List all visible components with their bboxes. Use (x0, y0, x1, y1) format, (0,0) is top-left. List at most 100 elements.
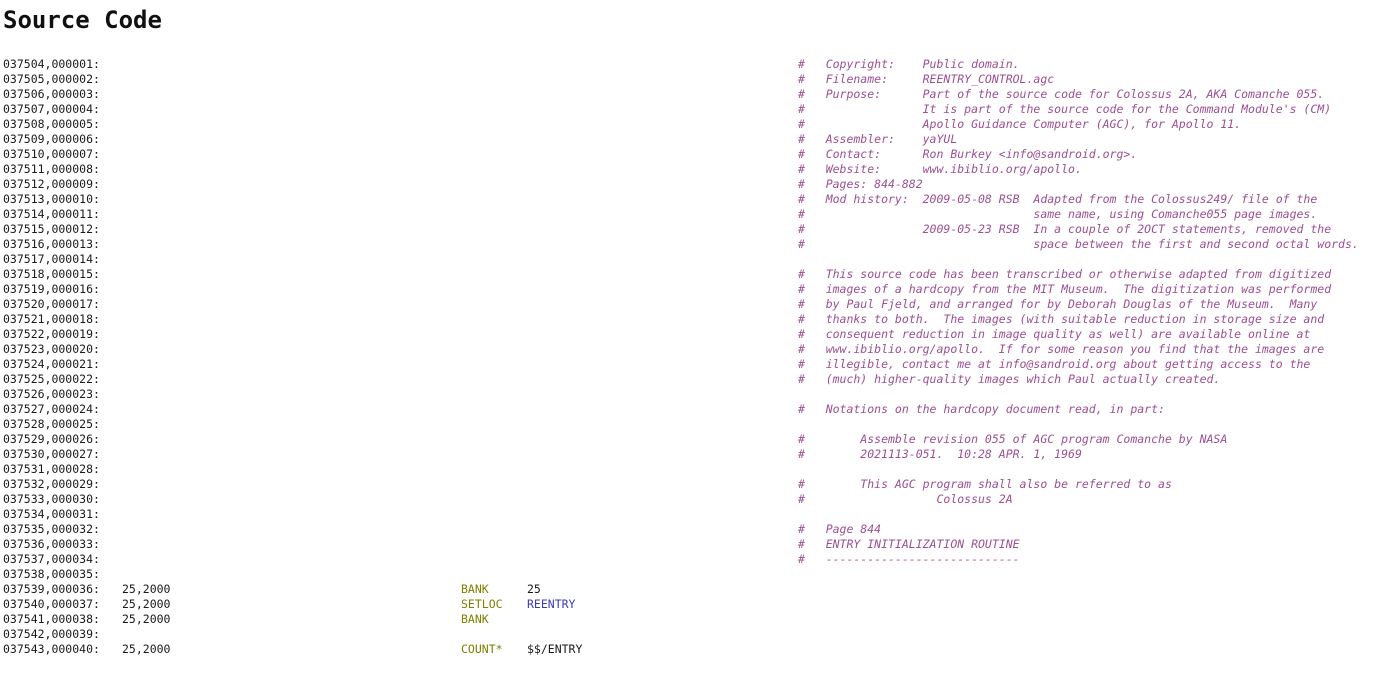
comment-cell: # Pages: 844-882 (798, 177, 923, 191)
code-line: 037532,000029: # This AGC program shall a… (0, 477, 1393, 492)
comment-cell: # same name, using Comanche055 page imag… (798, 207, 1318, 221)
line-number: 037541,000038: (3, 612, 100, 626)
line-number: 037505,000002: (3, 72, 100, 86)
code-line: 037536,000033: # ENTRY INITIALIZATION ROU… (0, 537, 1393, 552)
comment-cell: # 2021113-051. 10:28 APR. 1, 1969 (798, 447, 1082, 461)
comment-cell: # This source code has been transcribed … (798, 267, 1332, 281)
line-number: 037538,000035: (3, 567, 100, 581)
comment-cell: # Assembler: yaYUL (798, 132, 958, 146)
line-number: 037523,000020: (3, 342, 100, 356)
opcode-cell: BANK (461, 582, 489, 596)
code-line: 037531,000028: (0, 462, 1393, 477)
address-cell: 25,2000 (122, 597, 171, 611)
code-line: 037510,000007: # Contact: Ron Burkey <inf… (0, 147, 1393, 162)
code-line: 037511,000008: # Website: www.ibiblio.org… (0, 162, 1393, 177)
line-number: 037512,000009: (3, 177, 100, 191)
line-number: 037508,000005: (3, 117, 100, 131)
line-number: 037542,000039: (3, 627, 100, 641)
line-number: 037536,000033: (3, 537, 100, 551)
source-code-listing: 037504,000001: # Copyright: Public domain… (0, 57, 1393, 657)
code-line: 037530,000027: # 2021113-051. 10:28 APR. … (0, 447, 1393, 462)
code-line: 037512,000009: # Pages: 844-882 (0, 177, 1393, 192)
line-number: 037506,000003: (3, 87, 100, 101)
opcode-cell: SETLOC (461, 597, 503, 611)
comment-cell: # illegible, contact me at info@sandroid… (798, 357, 1311, 371)
code-line: 037518,000015: # This source code has bee… (0, 267, 1393, 282)
comment-cell: # It is part of the source code for the … (798, 102, 1332, 116)
line-number: 037537,000034: (3, 552, 100, 566)
code-line: 037505,000002: # Filename: REENTRY_CONTRO… (0, 72, 1393, 87)
line-number: 037514,000011: (3, 207, 100, 221)
code-line: 037543,000040: 25,2000 COUNT* $$/ENTRY (0, 642, 1393, 657)
comment-cell: # ENTRY INITIALIZATION ROUTINE (798, 537, 1020, 551)
code-line: 037507,000004: # It is part of the source… (0, 102, 1393, 117)
code-line: 037537,000034: # ------------------------… (0, 552, 1393, 567)
code-line: 037519,000016: # images of a hardcopy fro… (0, 282, 1393, 297)
line-number: 037531,000028: (3, 462, 100, 476)
line-number: 037533,000030: (3, 492, 100, 506)
page-title: Source Code (3, 6, 162, 34)
code-line: 037521,000018: # thanks to both. The imag… (0, 312, 1393, 327)
line-number: 037525,000022: (3, 372, 100, 386)
comment-cell: # ---------------------------- (798, 552, 1020, 566)
line-number: 037521,000018: (3, 312, 100, 326)
comment-cell: # This AGC program shall also be referre… (798, 477, 1172, 491)
line-number: 037504,000001: (3, 57, 100, 71)
line-number: 037535,000032: (3, 522, 100, 536)
code-line: 037535,000032: # Page 844 (0, 522, 1393, 537)
line-number: 037530,000027: (3, 447, 100, 461)
code-line: 037504,000001: # Copyright: Public domain… (0, 57, 1393, 72)
code-line: 037525,000022: # (much) higher-quality im… (0, 372, 1393, 387)
comment-cell: # (much) higher-quality images which Pau… (798, 372, 1221, 386)
code-line: 037506,000003: # Purpose: Part of the sou… (0, 87, 1393, 102)
address-cell: 25,2000 (122, 582, 171, 596)
line-number: 037522,000019: (3, 327, 100, 341)
code-line: 037513,000010: # Mod history: 2009-05-08 … (0, 192, 1393, 207)
comment-cell: # by Paul Fjeld, and arranged for by Deb… (798, 297, 1318, 311)
comment-cell: # Contact: Ron Burkey <info@sandroid.org… (798, 147, 1138, 161)
code-line: 037534,000031: (0, 507, 1393, 522)
code-line: 037514,000011: # same name, using Comanch… (0, 207, 1393, 222)
comment-cell: # thanks to both. The images (with suita… (798, 312, 1325, 326)
code-line: 037538,000035: (0, 567, 1393, 582)
line-number: 037528,000025: (3, 417, 100, 431)
code-line: 037509,000006: # Assembler: yaYUL (0, 132, 1393, 147)
line-number: 037543,000040: (3, 642, 100, 656)
line-number: 037526,000023: (3, 387, 100, 401)
code-line: 037520,000017: # by Paul Fjeld, and arran… (0, 297, 1393, 312)
code-line: 037542,000039: (0, 627, 1393, 642)
code-line: 037508,000005: # Apollo Guidance Computer… (0, 117, 1393, 132)
comment-cell: # Filename: REENTRY_CONTROL.agc (798, 72, 1055, 86)
line-number: 037515,000012: (3, 222, 100, 236)
comment-cell: # Assemble revision 055 of AGC program C… (798, 432, 1228, 446)
code-line: 037526,000023: (0, 387, 1393, 402)
line-number: 037529,000026: (3, 432, 100, 446)
line-number: 037509,000006: (3, 132, 100, 146)
code-line: 037523,000020: # www.ibiblio.org/apollo. … (0, 342, 1393, 357)
code-line: 037524,000021: # illegible, contact me at… (0, 357, 1393, 372)
comment-cell: # Copyright: Public domain. (798, 57, 1020, 71)
comment-cell: # Mod history: 2009-05-08 RSB Adapted fr… (798, 192, 1318, 206)
comment-cell: # Apollo Guidance Computer (AGC), for Ap… (798, 117, 1242, 131)
operand-cell: 25 (527, 582, 541, 596)
line-number: 037519,000016: (3, 282, 100, 296)
line-number: 037520,000017: (3, 297, 100, 311)
line-number: 037518,000015: (3, 267, 100, 281)
comment-cell: # consequent reduction in image quality … (798, 327, 1311, 341)
code-line: 037522,000019: # consequent reduction in … (0, 327, 1393, 342)
address-cell: 25,2000 (122, 612, 171, 626)
comment-cell: # Notations on the hardcopy document rea… (798, 402, 1165, 416)
code-line: 037515,000012: # 2009-05-23 RSB In a coup… (0, 222, 1393, 237)
code-line: 037540,000037: 25,2000 SETLOC REENTRY (0, 597, 1393, 612)
line-number: 037516,000013: (3, 237, 100, 251)
code-line: 037529,000026: # Assemble revision 055 of… (0, 432, 1393, 447)
line-number: 037517,000014: (3, 252, 100, 266)
code-line: 037527,000024: # Notations on the hardcop… (0, 402, 1393, 417)
line-number: 037539,000036: (3, 582, 100, 596)
operand-symbol-link[interactable]: REENTRY (527, 597, 575, 612)
comment-cell: # Colossus 2A (798, 492, 1013, 506)
code-line: 037533,000030: # Colossus 2A (0, 492, 1393, 507)
comment-cell: # Purpose: Part of the source code for C… (798, 87, 1325, 101)
code-line: 037517,000014: (0, 252, 1393, 267)
line-number: 037510,000007: (3, 147, 100, 161)
